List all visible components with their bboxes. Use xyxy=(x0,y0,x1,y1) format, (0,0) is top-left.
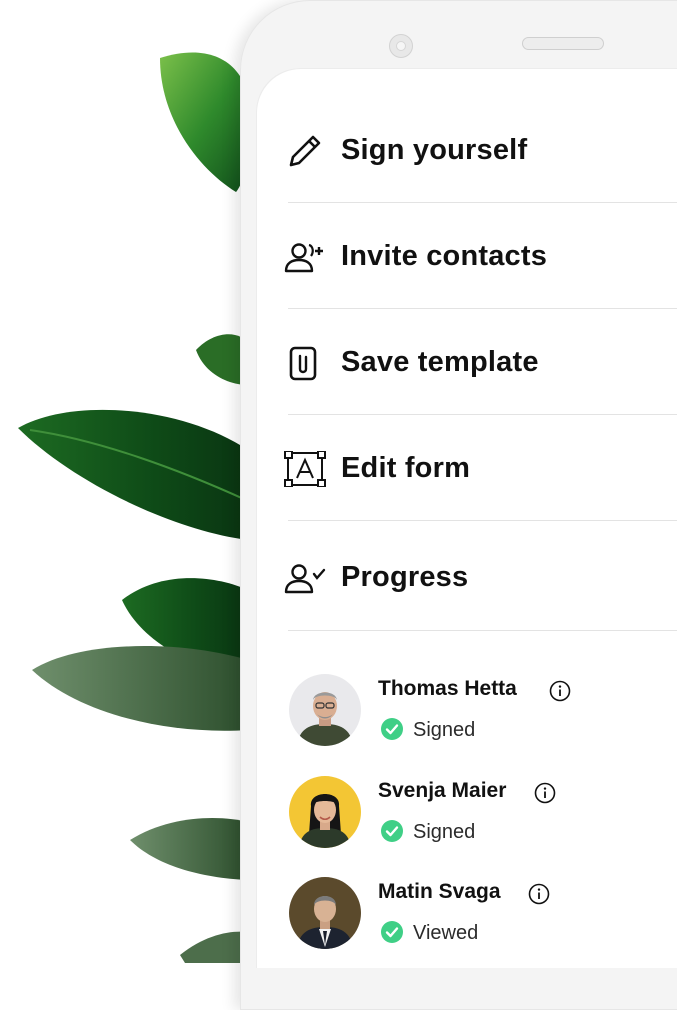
camera-icon xyxy=(389,34,413,58)
signer-status: Viewed xyxy=(413,922,479,944)
divider xyxy=(288,520,677,521)
menu-item-progress[interactable]: Progress xyxy=(283,553,677,603)
signer-name: Matin Svaga xyxy=(378,880,501,903)
menu-item-label: Edit form xyxy=(341,452,471,484)
divider xyxy=(288,202,677,203)
divider xyxy=(288,630,677,631)
leaf-top xyxy=(160,52,252,193)
leaf-grey xyxy=(32,646,248,731)
check-circle-icon xyxy=(381,820,403,842)
signer-row: Svenja Maier Signed xyxy=(289,776,677,848)
signer-status: Signed xyxy=(413,719,476,741)
avatar xyxy=(289,674,361,746)
menu-item-label: Save template xyxy=(341,346,539,378)
pen-icon xyxy=(283,133,327,169)
info-icon[interactable] xyxy=(528,883,550,905)
menu-item-label: Progress xyxy=(341,561,469,593)
user-plus-icon xyxy=(283,239,327,275)
paperclip-document-icon xyxy=(283,345,327,381)
avatar xyxy=(289,877,361,949)
signer-name: Svenja Maier xyxy=(378,779,507,802)
leaf-long xyxy=(18,409,248,540)
signer-row: Thomas Hetta Signed xyxy=(289,674,677,746)
info-icon[interactable] xyxy=(534,782,556,804)
menu-item-edit-form[interactable]: Edit form xyxy=(283,444,677,494)
check-circle-icon xyxy=(381,718,403,740)
signer-row: Matin Svaga Viewed xyxy=(289,877,677,949)
signer-name: Thomas Hetta xyxy=(378,677,517,700)
menu-item-label: Sign yourself xyxy=(341,134,528,166)
avatar xyxy=(289,776,361,848)
divider xyxy=(288,308,677,309)
text-field-frame-icon xyxy=(283,451,327,487)
speaker-grille xyxy=(522,37,604,50)
divider xyxy=(288,414,677,415)
leaf-corner xyxy=(180,931,248,963)
menu-item-label: Invite contacts xyxy=(341,240,548,272)
user-check-icon xyxy=(283,560,327,596)
check-circle-icon xyxy=(381,921,403,943)
info-icon[interactable] xyxy=(549,680,571,702)
menu-item-sign-yourself[interactable]: Sign yourself xyxy=(283,126,677,176)
menu-item-save-template[interactable]: Save template xyxy=(283,338,677,388)
signer-status: Signed xyxy=(413,821,476,843)
menu-item-invite-contacts[interactable]: Invite contacts xyxy=(283,232,677,282)
leaf-bottom xyxy=(130,817,248,880)
